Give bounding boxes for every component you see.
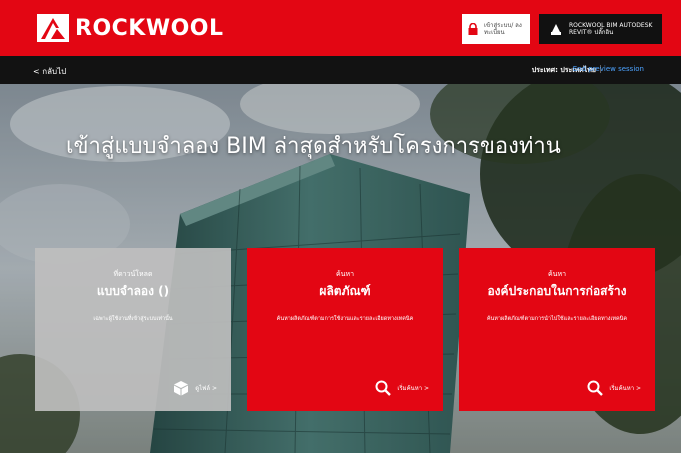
start-search-label: เริ่มค้นหา > [397, 385, 429, 392]
back-link[interactable]: < กลับไป [33, 65, 66, 78]
find-products-card[interactable]: ค้นหา ผลิตภัณฑ์ ค้นหาผลิตภัณฑ์ตามการใช้ง… [247, 248, 443, 411]
lock-icon [468, 23, 478, 35]
find-building-components-card[interactable]: ค้นหา องค์ประกอบในการก่อสร้าง ค้นหาผลิตภ… [459, 248, 655, 411]
card-description: เฉพาะผู้ใช้งานที่เข้าสู่ระบบเท่านั้น [93, 316, 173, 322]
hero-section: เข้าสู่แบบจำลอง BIM ล่าสุดสำหรับโครงการข… [0, 84, 681, 453]
logo-text: ROCKWOOL [75, 15, 224, 41]
sub-navigation: < กลับไป ประเทศ: ประเทศไทย | End preview… [0, 56, 681, 84]
hero-title: เข้าสู่แบบจำลอง BIM ล่าสุดสำหรับโครงการข… [66, 134, 561, 159]
card-title: องค์ประกอบในการก่อสร้าง [487, 284, 627, 298]
view-files-link[interactable]: ดูไฟล์ > [173, 380, 217, 396]
card-title: แบบจำลอง () [96, 284, 170, 298]
revit-plugin-button[interactable]: ROCKWOOL BIM AUTODESK REVIT® ปลั๊กอิน [539, 14, 662, 44]
card-subtitle: ที่ดาวน์โหลด [113, 270, 153, 278]
revit-plugin-icon [551, 24, 561, 35]
login-register-label: เข้าสู่ระบบ/ ลงทะเบียน [484, 22, 522, 36]
rockwool-logo[interactable]: ROCKWOOL [37, 14, 224, 42]
card-subtitle: ค้นหา [547, 270, 566, 278]
search-icon [587, 380, 604, 396]
download-models-card[interactable]: ที่ดาวน์โหลด แบบจำลอง () เฉพาะผู้ใช้งานท… [35, 248, 231, 411]
login-register-button[interactable]: เข้าสู่ระบบ/ ลงทะเบียน [462, 14, 530, 44]
start-search-link[interactable]: เริ่มค้นหา > [587, 380, 641, 396]
card-description: ค้นหาผลิตภัณฑ์ตามการนำไปใช้และรายละเอียด… [486, 316, 628, 322]
top-header: ROCKWOOL เข้าสู่ระบบ/ ลงทะเบียน ROCKWOOL… [0, 0, 681, 56]
logo-mark-icon [37, 14, 69, 42]
card-title: ผลิตภัณฑ์ [319, 284, 371, 298]
view-files-label: ดูไฟล์ > [195, 385, 217, 392]
end-preview-link[interactable]: End preview session [573, 65, 644, 73]
card-subtitle: ค้นหา [335, 270, 354, 278]
revit-plugin-label: ROCKWOOL BIM AUTODESK REVIT® ปลั๊กอิน [569, 22, 653, 36]
card-description: ค้นหาผลิตภัณฑ์ตามการใช้งานและรายละเอียดท… [276, 316, 414, 322]
search-icon [375, 380, 392, 396]
start-search-label: เริ่มค้นหา > [609, 385, 641, 392]
page: ROCKWOOL เข้าสู่ระบบ/ ลงทะเบียน ROCKWOOL… [0, 0, 681, 453]
box-icon [174, 381, 189, 396]
start-search-link[interactable]: เริ่มค้นหา > [375, 380, 429, 396]
